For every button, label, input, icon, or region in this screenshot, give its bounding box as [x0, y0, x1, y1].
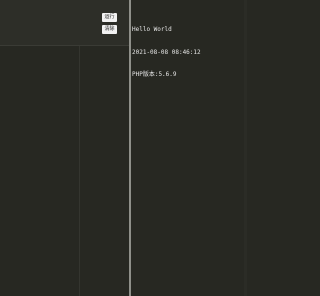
output-line: PHP版本:5.6.9 [132, 71, 177, 78]
editor-guide-line [79, 46, 80, 296]
output-scrollbar-track[interactable] [244, 0, 247, 296]
php-online-runner: 运行 清除 Hello World 2021-08-08 08:46:12 PH… [0, 0, 247, 296]
toolbar-divider [0, 45, 129, 46]
output-panel: Hello World 2021-08-08 08:46:12 PHP版本:5.… [131, 0, 247, 296]
code-editor[interactable]: 运行 清除 [0, 0, 129, 296]
run-button[interactable]: 运行 [102, 13, 117, 22]
output-line: 2021-08-08 08:46:12 [132, 48, 201, 56]
clear-button[interactable]: 清除 [102, 25, 117, 34]
output-text: Hello World 2021-08-08 08:46:12 PHP版本:5.… [132, 11, 246, 94]
editor-toolbar [0, 0, 129, 46]
output-line: Hello World [132, 26, 172, 33]
